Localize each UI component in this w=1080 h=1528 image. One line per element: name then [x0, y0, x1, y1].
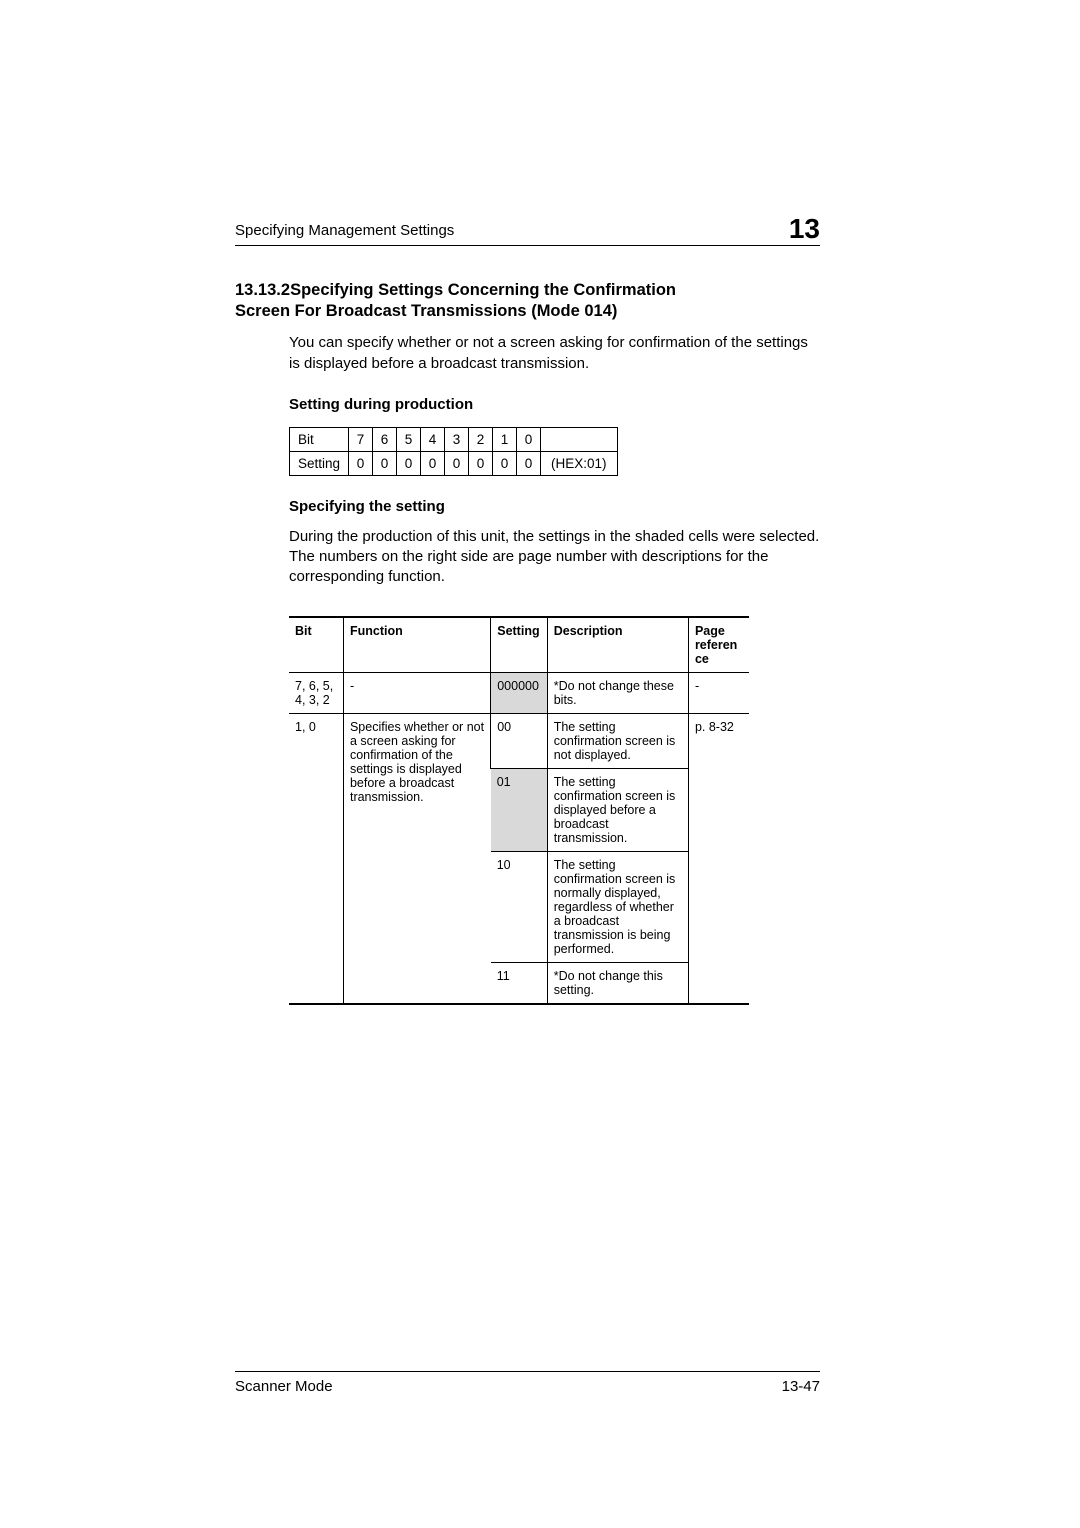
cell-description: The setting confirmation screen is norma…	[547, 851, 688, 962]
cell-page: p. 8-32	[688, 713, 749, 1004]
bit-cell: 0	[445, 451, 469, 475]
cell-setting: 000000	[491, 672, 547, 713]
bit-cell: 0	[517, 451, 541, 475]
table-row: Setting 0 0 0 0 0 0 0 0 (HEX:01)	[290, 451, 618, 475]
cell-bit: 1, 0	[289, 713, 343, 1004]
table-row: 1, 0 Specifies whether or not a screen a…	[289, 713, 749, 768]
cell-setting: 10	[491, 851, 547, 962]
bit-cell: 1	[493, 427, 517, 451]
cell-function: Specifies whether or not a screen asking…	[343, 713, 490, 1004]
bit-cell: 0	[421, 451, 445, 475]
col-header-page: Page referen ce	[688, 617, 749, 673]
bit-cell: 2	[469, 427, 493, 451]
bit-cell: 3	[445, 427, 469, 451]
bit-hex	[541, 427, 618, 451]
col-header-setting: Setting	[491, 617, 547, 673]
cell-setting: 00	[491, 713, 547, 768]
function-table-wrap: Bit Function Setting Description Page re…	[289, 616, 820, 1005]
table-header-row: Bit Function Setting Description Page re…	[289, 617, 749, 673]
bit-cell: 0	[373, 451, 397, 475]
bit-cell: 0	[469, 451, 493, 475]
running-head: Specifying Management Settings	[235, 222, 454, 243]
bit-cell: 0	[397, 451, 421, 475]
chapter-number: 13	[789, 215, 820, 243]
subheading-specifying: Specifying the setting	[289, 498, 820, 515]
bit-hex: (HEX:01)	[541, 451, 618, 475]
intro-paragraph: You can specify whether or not a screen …	[289, 333, 820, 374]
footer-left: Scanner Mode	[235, 1378, 333, 1395]
bit-cell: 0	[493, 451, 517, 475]
page-footer: Scanner Mode 13-47	[235, 1371, 820, 1395]
bit-cell: 4	[421, 427, 445, 451]
cell-page: -	[688, 672, 749, 713]
col-header-bit: Bit	[289, 617, 343, 673]
body-paragraph: During the production of this unit, the …	[289, 527, 820, 588]
bit-row-label: Bit	[290, 427, 349, 451]
bit-cell: 0	[349, 451, 373, 475]
col-header-description: Description	[547, 617, 688, 673]
section-title-line1: Specifying Settings Concerning the Confi…	[290, 281, 676, 299]
bit-cell: 7	[349, 427, 373, 451]
bit-cell: 0	[517, 427, 541, 451]
cell-bit: 7, 6, 5, 4, 3, 2	[289, 672, 343, 713]
table-row: 7, 6, 5, 4, 3, 2 - 000000 *Do not change…	[289, 672, 749, 713]
bit-row-label: Setting	[290, 451, 349, 475]
bit-cell: 5	[397, 427, 421, 451]
section-title-line2: Screen For Broadcast Transmissions (Mode…	[235, 302, 617, 320]
cell-function: -	[343, 672, 490, 713]
cell-setting: 11	[491, 962, 547, 1004]
cell-setting: 01	[491, 768, 547, 851]
page: Specifying Management Settings 13 13.13.…	[0, 0, 1080, 1005]
cell-description: The setting confirmation screen is not d…	[547, 713, 688, 768]
subheading-production: Setting during production	[289, 396, 820, 413]
cell-description: *Do not change these bits.	[547, 672, 688, 713]
section-heading: 13.13.2Specifying Settings Concerning th…	[235, 280, 820, 321]
bit-cell: 6	[373, 427, 397, 451]
page-header: Specifying Management Settings 13	[235, 215, 820, 246]
bit-table: Bit 7 6 5 4 3 2 1 0 Setting 0 0 0 0 0 0 …	[289, 427, 618, 476]
section-number: 13.13.2	[235, 281, 290, 299]
cell-description: *Do not change this setting.	[547, 962, 688, 1004]
cell-description: The setting confirmation screen is displ…	[547, 768, 688, 851]
table-row: Bit 7 6 5 4 3 2 1 0	[290, 427, 618, 451]
footer-right: 13-47	[782, 1378, 820, 1395]
function-table: Bit Function Setting Description Page re…	[289, 616, 749, 1005]
col-header-function: Function	[343, 617, 490, 673]
